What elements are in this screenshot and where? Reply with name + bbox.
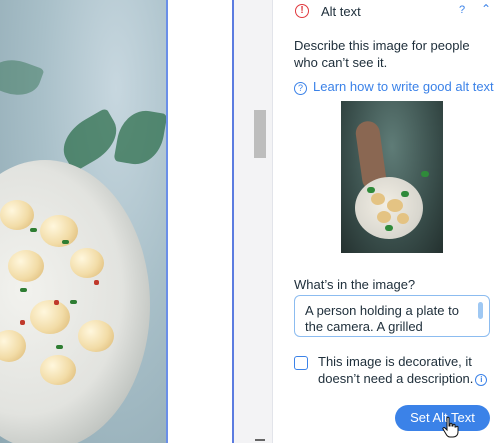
alt-text-panel: ! Alt text ? ⌃ Describe this image for p… bbox=[273, 0, 500, 443]
alert-icon: ! bbox=[295, 4, 309, 18]
food-decoration bbox=[0, 200, 34, 230]
hand-cursor-icon bbox=[442, 416, 459, 438]
food-decoration bbox=[8, 250, 44, 282]
food-decoration bbox=[40, 355, 76, 385]
scroll-end-marker bbox=[255, 439, 265, 441]
herb-decoration bbox=[20, 288, 27, 292]
learn-link-label: Learn how to write good alt text bbox=[313, 79, 494, 94]
decorative-label-text: This image is decorative, it doesn’t nee… bbox=[318, 354, 474, 386]
chevron-up-icon[interactable]: ⌃ bbox=[481, 2, 491, 16]
alt-text-header[interactable]: ! Alt text ? ⌃ bbox=[273, 0, 500, 26]
canvas-image[interactable] bbox=[0, 0, 168, 443]
food-decoration bbox=[78, 320, 114, 352]
herb-decoration bbox=[70, 300, 77, 304]
image-thumbnail bbox=[341, 101, 443, 253]
editor-scroll-column bbox=[234, 0, 273, 443]
help-icon[interactable]: ? bbox=[459, 4, 465, 16]
herb-decoration bbox=[421, 171, 429, 177]
alt-text-value: A person holding a plate to the camera. … bbox=[305, 303, 459, 336]
food-decoration bbox=[397, 213, 409, 224]
pepper-decoration bbox=[20, 320, 25, 325]
learn-alt-text-link[interactable]: ? Learn how to write good alt text bbox=[294, 79, 494, 95]
food-decoration bbox=[371, 193, 385, 205]
leaf-decoration bbox=[113, 106, 166, 169]
decorative-checkbox[interactable] bbox=[294, 356, 308, 370]
scrollbar-thumb[interactable] bbox=[254, 110, 266, 158]
leaf-decoration bbox=[0, 52, 45, 103]
food-decoration bbox=[70, 248, 104, 278]
decorative-label: This image is decorative, it doesn’t nee… bbox=[318, 353, 494, 387]
food-decoration bbox=[387, 199, 403, 212]
herb-decoration bbox=[367, 187, 375, 193]
herb-decoration bbox=[401, 191, 409, 197]
food-decoration bbox=[30, 300, 70, 334]
description-text: Describe this image for people who can’t… bbox=[294, 38, 470, 70]
info-icon[interactable]: i bbox=[475, 374, 488, 386]
food-decoration bbox=[377, 211, 391, 223]
herb-decoration bbox=[56, 345, 63, 349]
pepper-decoration bbox=[94, 280, 99, 285]
textarea-scrollbar[interactable] bbox=[478, 302, 483, 319]
section-title: Alt text bbox=[321, 4, 361, 19]
question-circle-icon: ? bbox=[294, 82, 307, 95]
food-decoration bbox=[40, 215, 78, 247]
alt-text-input[interactable]: A person holding a plate to the camera. … bbox=[294, 295, 490, 337]
question-label: What’s in the image? bbox=[294, 277, 416, 292]
pepper-decoration bbox=[54, 300, 59, 305]
herb-decoration bbox=[30, 228, 37, 232]
herb-decoration bbox=[385, 225, 393, 231]
herb-decoration bbox=[62, 240, 69, 244]
canvas-gutter bbox=[168, 0, 232, 443]
